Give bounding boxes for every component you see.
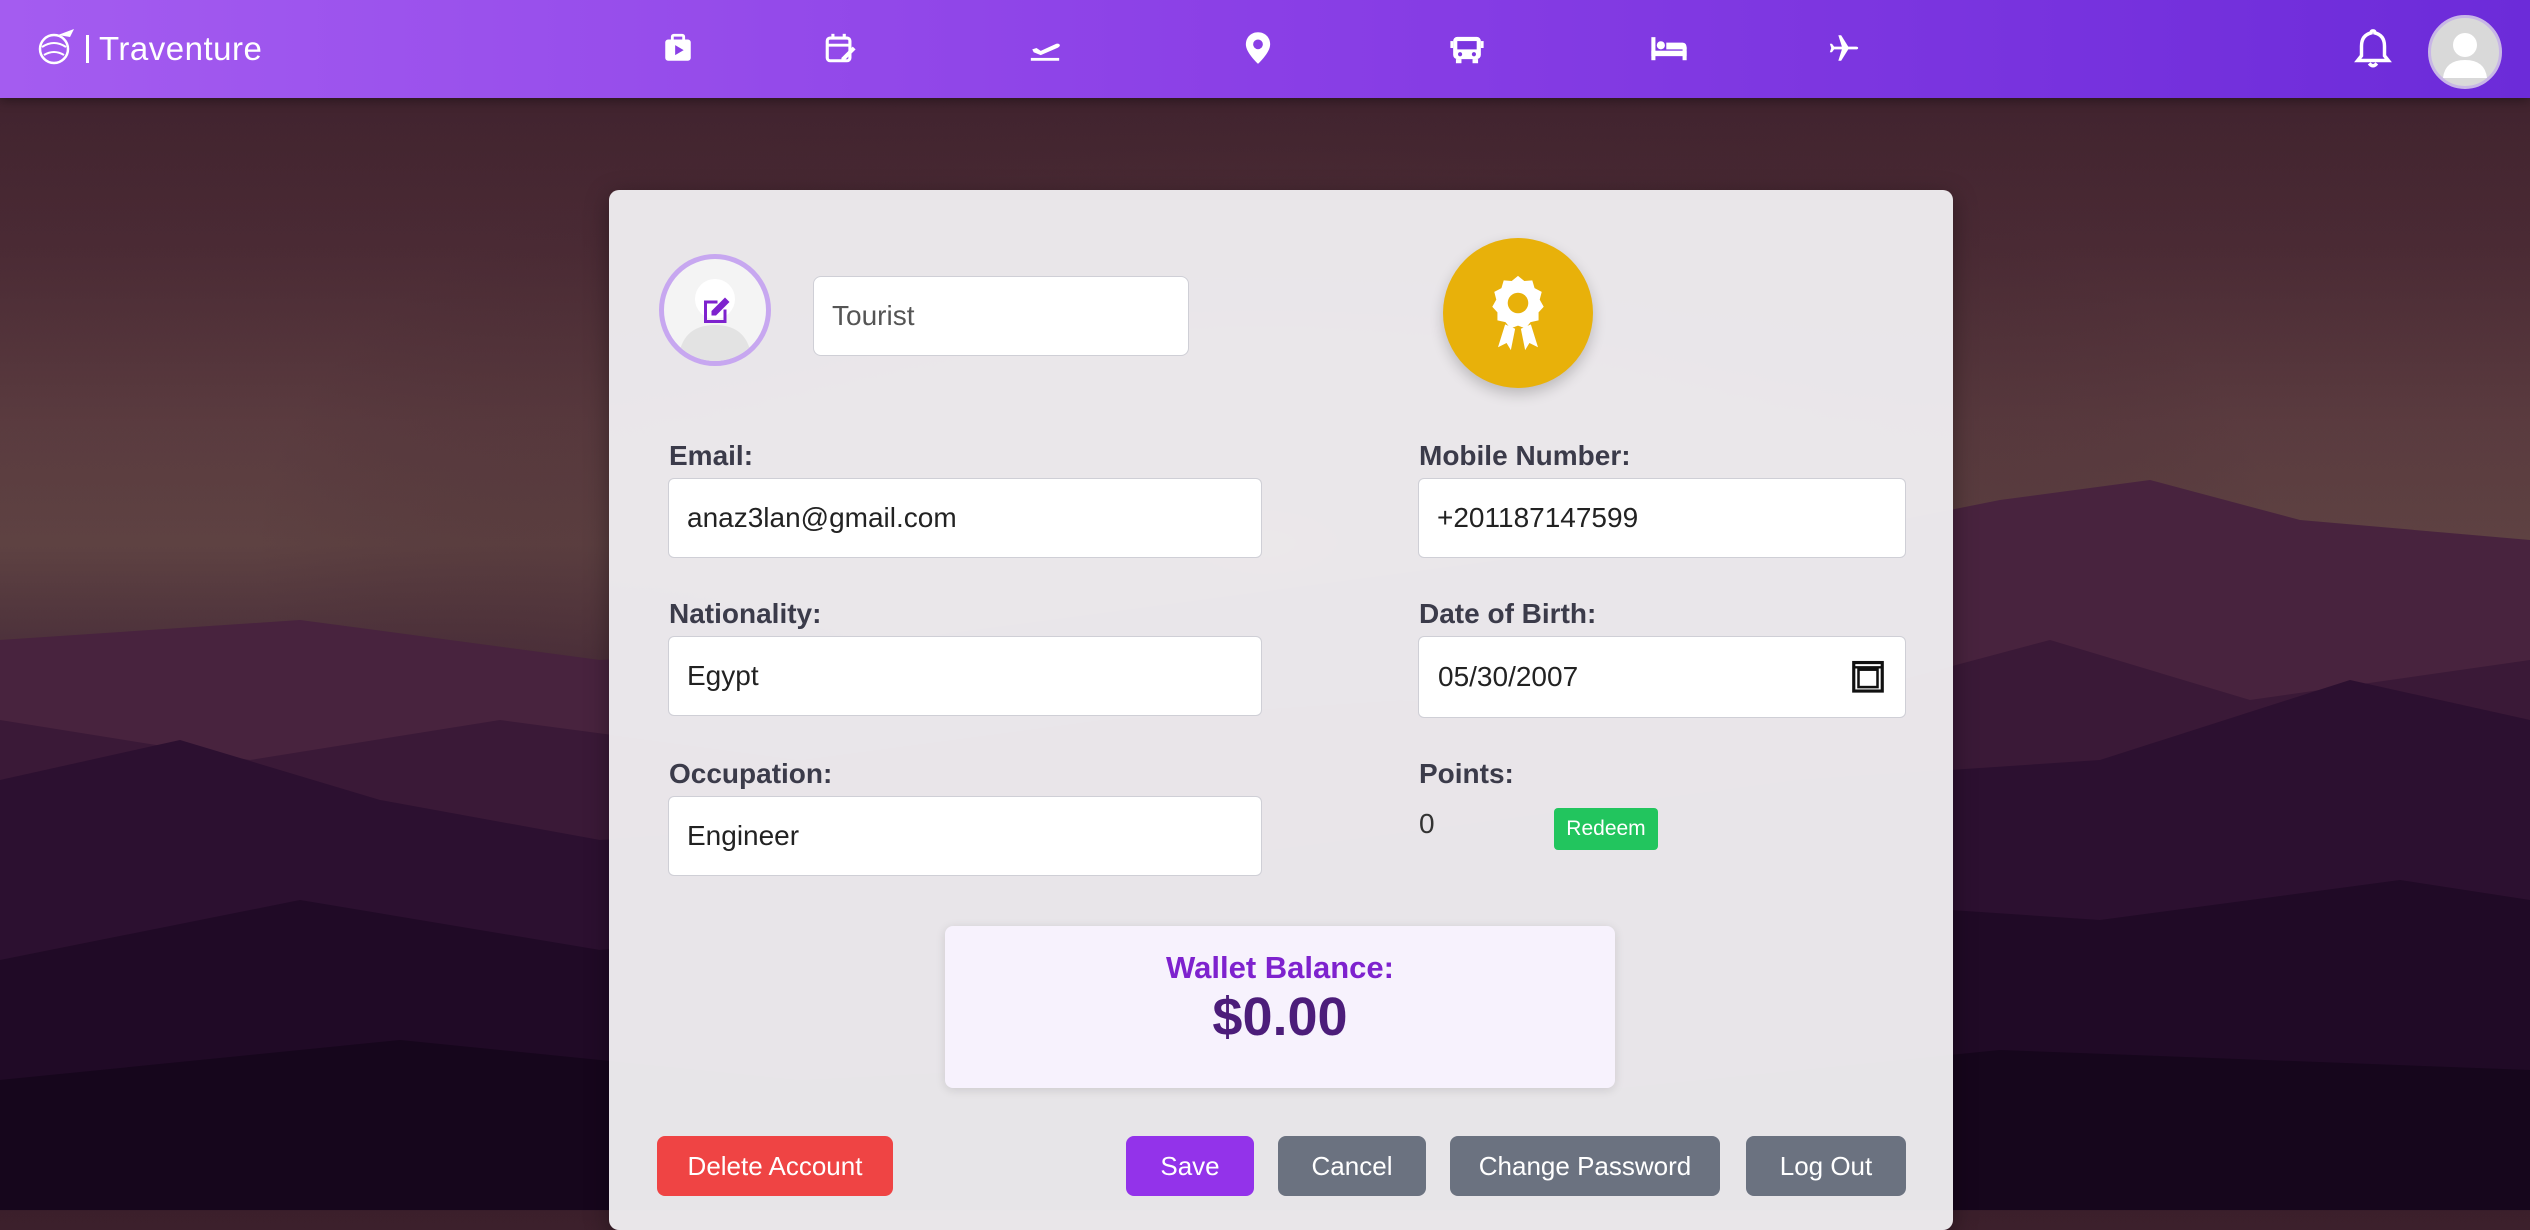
mobile-label: Mobile Number: [1419, 440, 1631, 471]
nationality-field[interactable] [668, 636, 1262, 716]
wallet-label: Wallet Balance: [1166, 950, 1394, 985]
map-pin-icon[interactable] [1237, 27, 1279, 69]
brand-logo[interactable]: Traventure [34, 24, 262, 74]
award-icon [1443, 238, 1593, 388]
wallet-panel: Wallet Balance: $0.00 [945, 926, 1615, 1088]
profile-card: Email: Mobile Number: Nationality: Date … [609, 190, 1953, 1230]
redeem-button[interactable]: Redeem [1554, 808, 1658, 850]
user-avatar[interactable] [2428, 15, 2502, 89]
top-navbar: Traventure [0, 0, 2530, 98]
delete-account-button[interactable]: Delete Account [657, 1136, 893, 1196]
wallet-amount: $0.00 [1212, 987, 1348, 1047]
edit-icon[interactable] [698, 293, 734, 329]
occupation-field[interactable] [668, 796, 1262, 876]
globe-plane-icon [34, 25, 78, 74]
cancel-button[interactable]: Cancel [1278, 1136, 1426, 1196]
bus-icon[interactable] [1446, 27, 1488, 69]
email-label: Email: [669, 440, 754, 471]
calendar-icon[interactable] [1849, 657, 1887, 695]
video-icon[interactable] [657, 27, 699, 69]
logout-button[interactable]: Log Out [1746, 1136, 1906, 1196]
change-password-button[interactable]: Change Password [1450, 1136, 1720, 1196]
plane-icon[interactable] [1823, 27, 1865, 69]
bell-icon[interactable] [2350, 26, 2396, 72]
email-field[interactable] [668, 478, 1262, 558]
profile-photo-editor[interactable] [659, 254, 771, 366]
brand-name: Traventure [99, 30, 263, 67]
calendar-edit-icon[interactable] [819, 27, 861, 69]
occupation-label: Occupation: [669, 758, 833, 789]
departure-icon[interactable] [1024, 27, 1066, 69]
dob-label: Date of Birth: [1419, 598, 1597, 629]
mobile-field[interactable] [1418, 478, 1906, 558]
dob-value: 05/30/2007 [1438, 661, 1579, 692]
save-button[interactable]: Save [1126, 1136, 1254, 1196]
points-label: Points: [1419, 758, 1514, 789]
points-value: 0 [1419, 808, 1435, 839]
username-input[interactable] [813, 276, 1189, 356]
dob-field[interactable]: 05/30/2007 [1418, 636, 1906, 718]
bed-icon[interactable] [1648, 27, 1690, 69]
nationality-label: Nationality: [669, 598, 822, 629]
